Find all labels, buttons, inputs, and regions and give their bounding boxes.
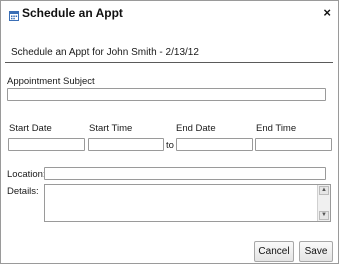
end-time-input[interactable] — [255, 138, 332, 151]
end-time-label: End Time — [256, 123, 297, 134]
calendar-icon — [9, 8, 19, 21]
dialog-title: Schedule an Appt — [22, 6, 123, 20]
scroll-up-arrow-icon[interactable]: ▲ — [319, 186, 329, 195]
schedule-appt-dialog: Schedule an Appt × Schedule an Appt for … — [0, 0, 339, 264]
end-date-label: End Date — [176, 123, 216, 134]
start-date-input[interactable] — [8, 138, 85, 151]
start-time-label: Start Time — [89, 123, 133, 134]
details-label: Details: — [7, 186, 39, 197]
header-divider — [5, 62, 333, 63]
start-date-label: Start Date — [9, 123, 52, 134]
location-input[interactable] — [44, 167, 326, 180]
to-label: to — [166, 140, 174, 151]
scroll-down-arrow-icon[interactable]: ▼ — [319, 211, 329, 220]
details-scrollbar[interactable]: ▲ ▼ — [317, 185, 330, 221]
subject-input[interactable] — [7, 88, 326, 101]
start-time-input[interactable] — [88, 138, 164, 151]
dialog-subheader: Schedule an Appt for John Smith - 2/13/1… — [11, 47, 199, 58]
close-icon[interactable]: × — [323, 6, 331, 20]
cancel-button[interactable]: Cancel — [254, 241, 294, 262]
details-textarea[interactable] — [45, 185, 317, 221]
details-field: ▲ ▼ — [44, 184, 331, 222]
location-label: Location: — [7, 169, 46, 180]
end-date-input[interactable] — [176, 138, 253, 151]
save-button[interactable]: Save — [299, 241, 333, 262]
subject-label: Appointment Subject — [7, 76, 95, 87]
dialog-titlebar: Schedule an Appt × — [1, 1, 338, 25]
